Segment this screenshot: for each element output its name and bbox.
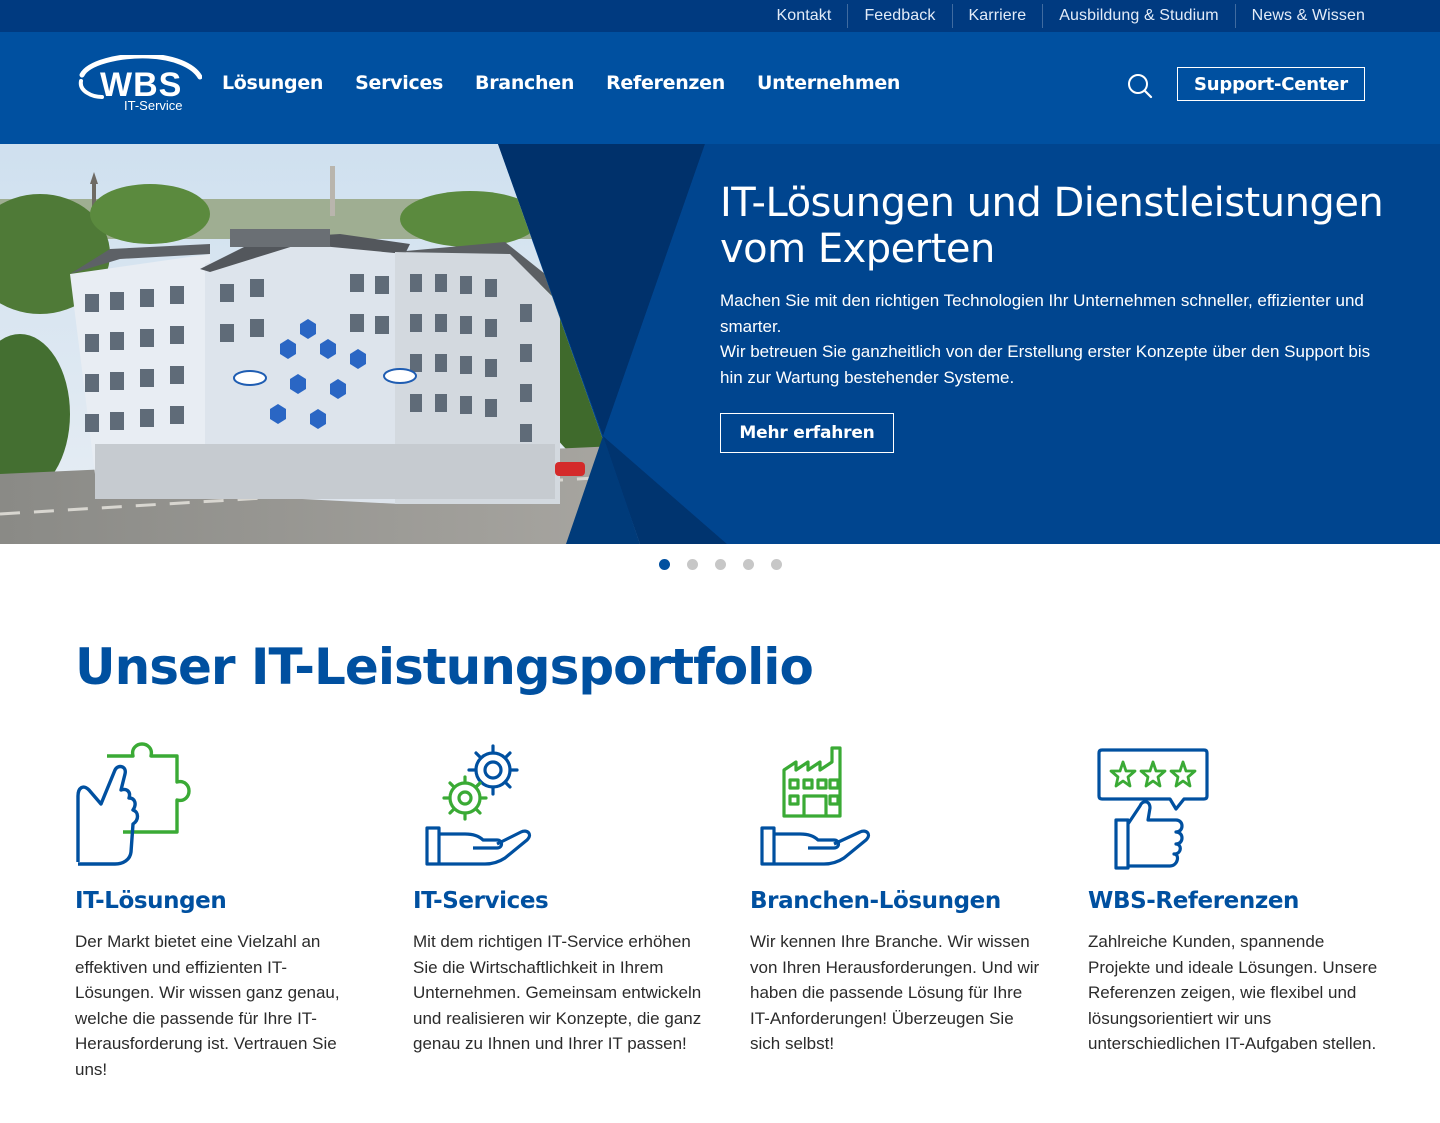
hero-title: IT-Lösungen und Dienstleistungen vom Exp… [720,180,1384,272]
gears-hand-icon [425,744,532,866]
main-nav-item-referenzen: Referenzen [606,72,725,94]
card-title-branchen-loesungen: Branchen-Lösungen [750,886,1040,916]
utility-link-kontakt[interactable]: Kontakt [776,7,831,25]
main-nav-link-branchen[interactable]: Branchen [475,72,574,94]
mehr-erfahren-button[interactable]: Mehr erfahren [720,413,894,453]
main-nav: Lösungen Services Branchen Referenzen Un… [222,72,932,94]
carousel-dot-1[interactable] [658,559,670,570]
utility-item-kontakt: Kontakt [760,4,847,28]
utility-item-news: News & Wissen [1234,4,1365,28]
carousel-dot-3[interactable] [714,559,726,570]
carousel-dot-4[interactable] [742,559,754,570]
card-link-wbs-referenzen[interactable]: WBS-Referenzen [1088,888,1299,914]
hero-slider: IT-Lösungen und Dienstleistungen vom Exp… [0,144,1440,544]
thumbs-up-stars-icon [1097,748,1209,870]
main-nav-link-loesungen[interactable]: Lösungen [222,72,323,94]
utility-link-ausbildung[interactable]: Ausbildung & Studium [1059,7,1218,25]
card-title-wbs-referenzen: WBS-Referenzen [1088,886,1378,916]
wbs-logo-icon: WBS IT-Service [78,53,203,113]
main-nav-item-branchen: Branchen [475,72,574,94]
hero-text-line-1: Machen Sie mit den richtigen Technologie… [720,291,1364,336]
search-icon [1128,74,1153,99]
card-link-it-services[interactable]: IT-Services [413,888,549,914]
svg-text:IT-Service: IT-Service [124,98,183,113]
main-nav-link-unternehmen[interactable]: Unternehmen [757,72,900,94]
portfolio-card-it-loesungen: IT-Lösungen Der Markt bietet eine Vielza… [75,740,365,1083]
utility-item-ausbildung: Ausbildung & Studium [1042,4,1234,28]
section-title: Unser IT-Leistungsportfolio [75,638,814,696]
card-title-it-loesungen: IT-Lösungen [75,886,365,916]
carousel-pagination [0,559,1440,573]
hero-text-line-2: Wir betreuen Sie ganzheitlich von der Er… [720,342,1371,388]
factory-hand-icon [760,746,871,866]
utility-link-karriere[interactable]: Karriere [969,7,1027,25]
carousel-dot-5[interactable] [770,559,782,570]
utility-item-feedback: Feedback [847,4,951,28]
portfolio-card-branchen-loesungen: Branchen-Lösungen Wir kennen Ihre Branch… [750,740,1040,1057]
card-text-branchen-loesungen: Wir kennen Ihre Branche. Wir wissen von … [750,932,1040,1054]
utility-item-karriere: Karriere [951,4,1043,28]
card-text-it-services: Mit dem richtigen IT-Service erhöhen Sie… [413,932,702,1054]
utility-link-news[interactable]: News & Wissen [1252,7,1365,25]
portfolio-card-it-services: IT-Services Mit dem richtigen IT-Service… [413,740,703,1057]
main-nav-link-services[interactable]: Services [355,72,443,94]
main-nav-link-referenzen[interactable]: Referenzen [606,72,725,94]
main-nav-item-services: Services [355,72,443,94]
puzzle-hand-icon [76,742,191,866]
utility-nav: Kontakt Feedback Karriere Ausbildung & S… [760,0,1365,32]
card-text-it-loesungen: Der Markt bietet eine Vielzahl an effekt… [75,932,340,1079]
search-button[interactable] [1126,72,1154,100]
carousel-dot-2[interactable] [686,559,698,570]
card-title-it-services: IT-Services [413,886,703,916]
utility-link-feedback[interactable]: Feedback [864,7,935,25]
support-center-button[interactable]: Support-Center [1177,67,1365,101]
portfolio-card-wbs-referenzen: WBS-Referenzen Zahlreiche Kunden, spanne… [1088,740,1378,1057]
main-header: WBS IT-Service Lösungen Services Branche… [0,32,1440,144]
card-link-it-loesungen[interactable]: IT-Lösungen [75,888,227,914]
hero-description: Machen Sie mit den richtigen Technologie… [720,288,1380,391]
main-nav-item-loesungen: Lösungen [222,72,323,94]
main-nav-item-unternehmen: Unternehmen [757,72,900,94]
top-utility-bar: Kontakt Feedback Karriere Ausbildung & S… [0,0,1440,32]
card-link-branchen-loesungen[interactable]: Branchen-Lösungen [750,888,1001,914]
wbs-logo[interactable]: WBS IT-Service [78,53,203,115]
card-text-wbs-referenzen: Zahlreiche Kunden, spannende Projekte un… [1088,932,1378,1054]
